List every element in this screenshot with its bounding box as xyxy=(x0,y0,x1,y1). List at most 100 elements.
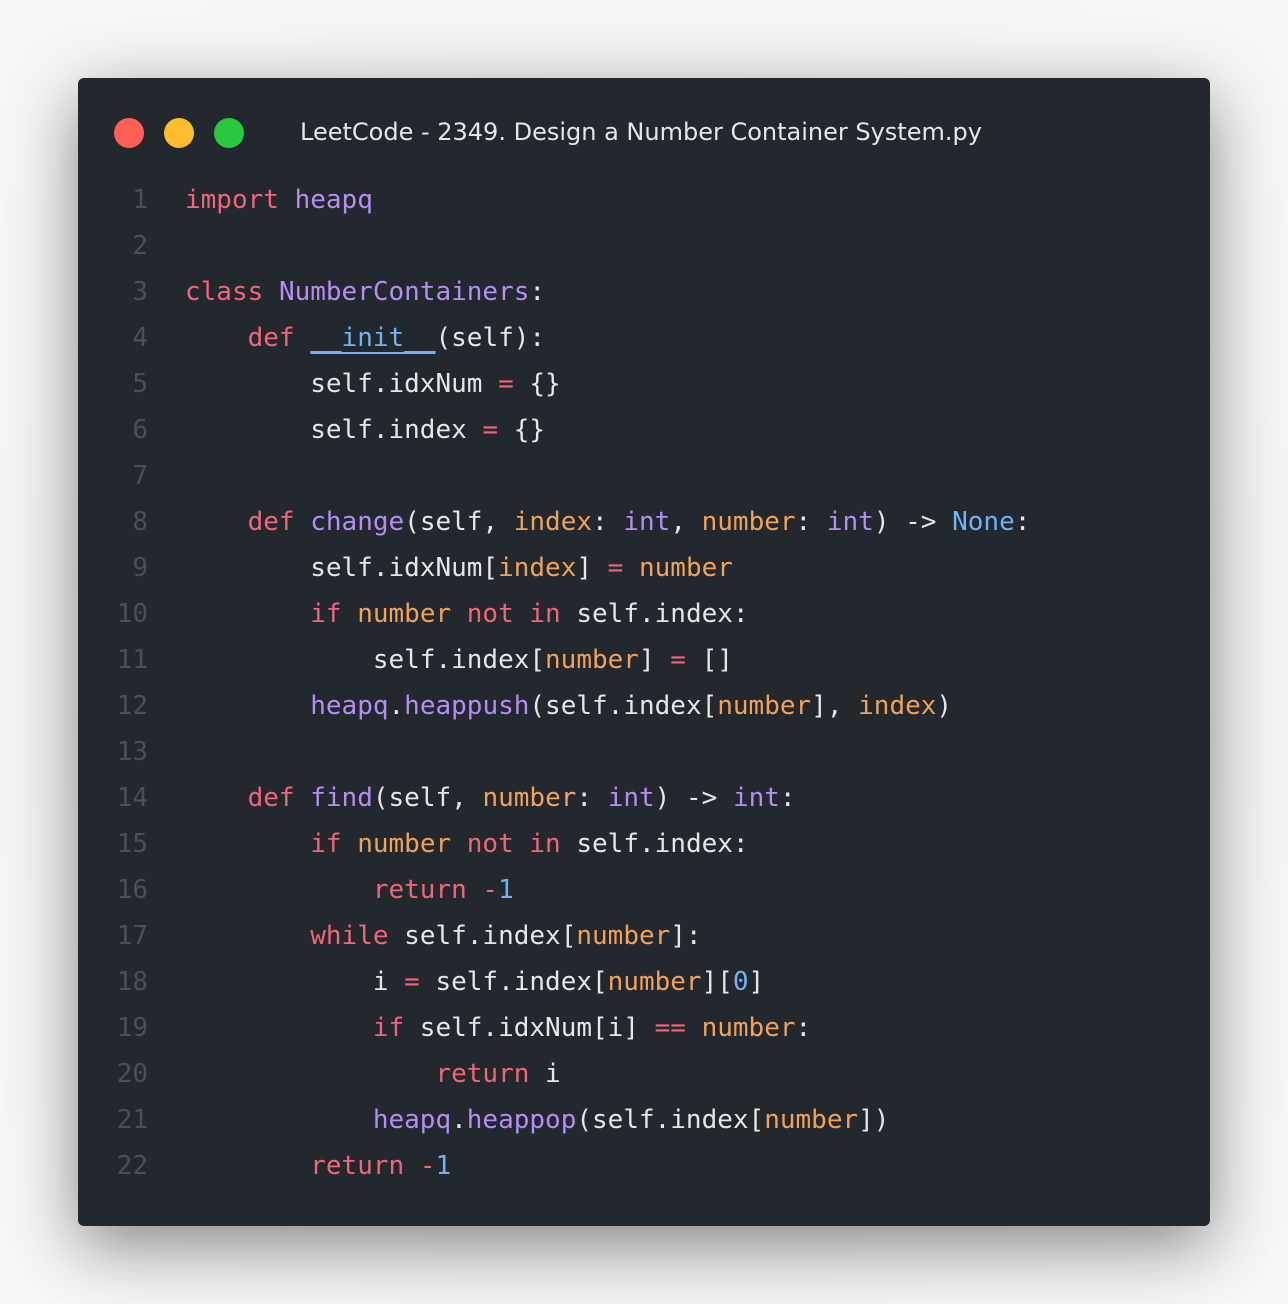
code-line: 17 while self.index[number]: xyxy=(78,913,1210,959)
code-text: class NumberContainers: xyxy=(185,269,545,315)
code-token: : xyxy=(1014,507,1031,537)
code-token: == xyxy=(654,1013,686,1043)
code-token: find xyxy=(310,783,373,813)
code-token: def xyxy=(247,783,295,813)
code-token: 1 xyxy=(435,1151,452,1181)
code-line: 6 self.index = {} xyxy=(78,407,1210,453)
code-text: heapq.heappop(self.index[number]) xyxy=(185,1097,890,1143)
code-token: return xyxy=(310,1151,405,1181)
code-line: 22 return -1 xyxy=(78,1143,1210,1189)
code-text: while self.index[number]: xyxy=(185,913,701,959)
code-text: self.index[number] = [] xyxy=(185,637,733,683)
line-number: 10 xyxy=(116,599,148,629)
code-token: = xyxy=(670,645,686,675)
code-text: heapq.heappush(self.index[number], index… xyxy=(185,683,952,729)
code-token: None xyxy=(952,507,1015,537)
code-line: 15 if number not in self.index: xyxy=(78,821,1210,867)
code-text: return -1 xyxy=(185,867,514,913)
line-number: 11 xyxy=(116,645,148,675)
code-token: import xyxy=(185,185,279,215)
code-token: number xyxy=(607,967,702,997)
code-line: 3 class NumberContainers: xyxy=(78,269,1210,315)
title-bar: LeetCode - 2349. Design a Number Contain… xyxy=(78,78,1210,178)
code-token: . xyxy=(451,1105,467,1135)
code-text: self.idxNum = {} xyxy=(185,361,561,407)
code-line: 21 heapq.heappop(self.index[number]) xyxy=(78,1097,1210,1143)
line-number: 17 xyxy=(116,921,148,951)
window-title: LeetCode - 2349. Design a Number Contain… xyxy=(300,118,982,146)
code-text: def __init__(self): xyxy=(185,315,545,361)
line-number: 7 xyxy=(132,461,148,491)
line-number: 14 xyxy=(116,783,148,813)
code-token: while xyxy=(310,921,389,951)
code-token: index xyxy=(513,507,593,537)
code-token: i xyxy=(529,1059,561,1089)
code-token: int xyxy=(826,507,874,537)
line-number: 16 xyxy=(116,875,148,905)
close-button[interactable] xyxy=(114,118,144,148)
code-token: ) xyxy=(936,691,953,721)
code-token: if xyxy=(310,599,342,629)
code-line: 12 heapq.heappush(self.index[number], in… xyxy=(78,683,1210,729)
code-token: change xyxy=(310,507,405,537)
code-line: 19 if self.idxNum[i] == number: xyxy=(78,1005,1210,1051)
code-text: self.idxNum[index] = number xyxy=(185,545,733,591)
code-token: int xyxy=(607,783,655,813)
code-window: LeetCode - 2349. Design a Number Contain… xyxy=(78,78,1210,1226)
code-token: return xyxy=(372,875,467,905)
line-number: 15 xyxy=(116,829,148,859)
maximize-button[interactable] xyxy=(214,118,244,148)
code-token: : xyxy=(779,783,796,813)
code-text: def change(self, index: int, number: int… xyxy=(185,499,1031,545)
code-token: number xyxy=(638,553,733,583)
code-token: number xyxy=(482,783,577,813)
code-token: : xyxy=(529,277,546,307)
code-token: number xyxy=(576,921,671,951)
code-token: number xyxy=(357,829,452,859)
code-text: if number not in self.index: xyxy=(185,591,748,637)
code-token: = xyxy=(404,967,420,997)
code-token: {} xyxy=(513,369,561,399)
code-token: self.idxNum[ xyxy=(185,553,499,583)
code-line: 10 if number not in self.index: xyxy=(78,591,1210,637)
code-token: ]) xyxy=(858,1105,890,1135)
code-line: 18 i = self.index[number][0] xyxy=(78,959,1210,1005)
code-text: return -1 xyxy=(185,1143,451,1189)
code-token: ) -> xyxy=(873,507,953,537)
code-line: 14 def find(self, number: int) -> int: xyxy=(78,775,1210,821)
code-token: 1 xyxy=(498,875,514,905)
code-token: 0 xyxy=(732,967,749,997)
line-number: 18 xyxy=(116,967,148,997)
code-token: heapq xyxy=(294,185,373,215)
code-token: NumberContainers xyxy=(278,277,530,307)
code-line: 20 return i xyxy=(78,1051,1210,1097)
code-token: in xyxy=(529,829,561,859)
code-token: number xyxy=(357,599,452,629)
line-number: 2 xyxy=(132,231,148,261)
minimize-button[interactable] xyxy=(164,118,194,148)
code-token: in xyxy=(529,599,561,629)
code-token: (self.index[ xyxy=(529,691,718,721)
code-token: ) -> xyxy=(654,783,733,813)
code-token: = xyxy=(482,415,499,445)
code-token: number xyxy=(701,1013,796,1043)
line-number: 1 xyxy=(132,185,148,215)
code-token: ] xyxy=(638,645,671,675)
code-token: __init__ xyxy=(310,323,436,353)
code-line: 16 return -1 xyxy=(78,867,1210,913)
